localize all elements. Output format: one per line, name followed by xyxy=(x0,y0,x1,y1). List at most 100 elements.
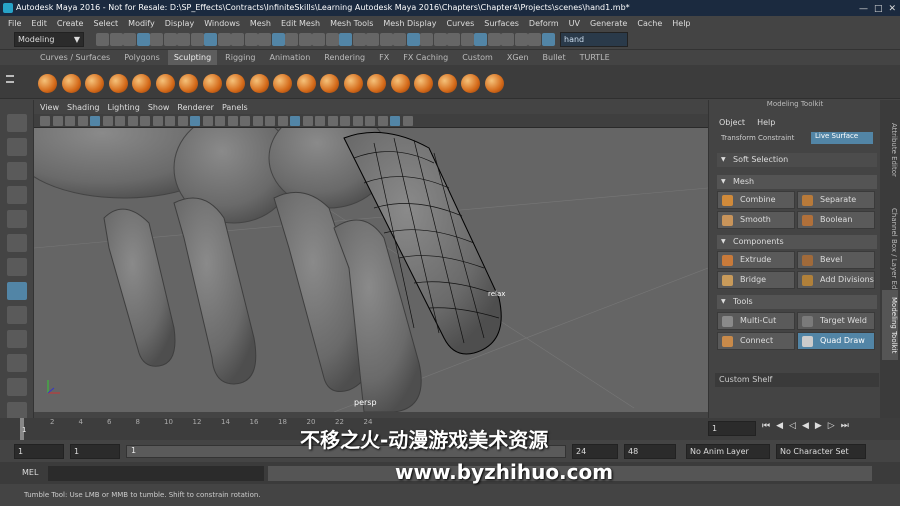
extrude-button[interactable]: Extrude xyxy=(717,251,795,269)
shelf-tab[interactable]: Animation xyxy=(263,50,316,65)
statusline-tool-icon[interactable] xyxy=(136,33,150,46)
play-forward-icon[interactable]: ▶ xyxy=(815,421,822,431)
sculpt-brush-icon[interactable] xyxy=(61,74,81,93)
toolbox-tool-icon[interactable] xyxy=(7,330,27,348)
viewport-tool-icon[interactable] xyxy=(315,116,325,126)
viewport-tool-icon[interactable] xyxy=(152,116,163,126)
toolbox-tool-icon[interactable] xyxy=(7,354,27,372)
statusline-tool-icon[interactable] xyxy=(420,33,433,46)
bridge-button[interactable]: Bridge xyxy=(717,271,795,289)
sculpt-brush-icon[interactable] xyxy=(414,74,433,93)
shelf-tab[interactable]: Custom xyxy=(456,50,499,65)
menu-item[interactable]: Help xyxy=(672,19,690,28)
statusline-tool-icon[interactable] xyxy=(258,33,271,46)
viewport-tool-icon[interactable] xyxy=(402,116,413,126)
menu-item[interactable]: Curves xyxy=(446,19,474,28)
statusline-tool-icon[interactable] xyxy=(339,33,352,46)
play-back-icon[interactable]: ◀ xyxy=(802,421,809,431)
statusline-tool-icon[interactable] xyxy=(393,33,406,46)
toolbox-tool-icon[interactable] xyxy=(7,234,27,252)
viewport-tool-icon[interactable] xyxy=(102,116,113,126)
sculpt-brush-icon[interactable] xyxy=(249,74,269,93)
viewport-tool-icon[interactable] xyxy=(115,116,125,126)
sculpt-brush-icon[interactable] xyxy=(343,74,363,93)
viewport-tool-icon[interactable] xyxy=(240,116,250,126)
sculpt-brush-icon[interactable] xyxy=(202,74,222,93)
viewport-tool-icon[interactable] xyxy=(227,116,238,126)
mesh-section-header[interactable]: Mesh xyxy=(717,175,877,189)
combine-button[interactable]: Combine xyxy=(717,191,795,209)
shelf-options-icon[interactable] xyxy=(6,71,16,93)
tools-section-header[interactable]: Tools xyxy=(717,295,877,309)
statusline-tool-icon[interactable] xyxy=(204,33,217,46)
shelf-tab[interactable]: FX Caching xyxy=(397,50,454,65)
viewport-tool-icon[interactable] xyxy=(252,116,263,126)
viewport-tool-icon[interactable] xyxy=(65,116,75,126)
statusline-tool-icon[interactable] xyxy=(447,33,460,46)
search-input[interactable]: hand xyxy=(560,32,628,47)
mel-label[interactable]: MEL xyxy=(22,468,38,477)
shelf-tab[interactable]: Bullet xyxy=(537,50,572,65)
statusline-tool-icon[interactable] xyxy=(528,33,541,46)
statusline-tool-icon[interactable] xyxy=(487,33,501,46)
statusline-tool-icon[interactable] xyxy=(109,33,123,46)
toolbox-tool-icon[interactable] xyxy=(7,114,27,132)
viewport-tool-icon[interactable] xyxy=(52,116,63,126)
end-time-field[interactable]: 48 xyxy=(624,444,676,459)
shelf-tab[interactable]: FX xyxy=(373,50,395,65)
menu-item[interactable]: Mesh xyxy=(250,19,271,28)
bevel-button[interactable]: Bevel xyxy=(797,251,875,269)
viewport-menu-item[interactable]: Lighting xyxy=(107,103,139,112)
minimize-icon[interactable]: — xyxy=(859,1,868,17)
viewport-tool-icon[interactable] xyxy=(365,116,375,126)
custom-shelf-label[interactable]: Custom Shelf xyxy=(715,373,879,387)
menu-item[interactable]: Windows xyxy=(204,19,240,28)
viewport-tool-icon[interactable] xyxy=(215,116,225,126)
shelf-tab[interactable]: TURTLE xyxy=(574,50,616,65)
boolean-button[interactable]: Boolean xyxy=(797,211,875,229)
maximize-icon[interactable]: □ xyxy=(874,1,883,17)
statusline-tool-icon[interactable] xyxy=(244,33,258,46)
viewport-tool-icon[interactable] xyxy=(390,116,400,126)
statusline-tool-icon[interactable] xyxy=(460,33,474,46)
soft-selection-header[interactable]: Soft Selection xyxy=(717,153,877,167)
menu-item[interactable]: Mesh Display xyxy=(383,19,436,28)
sculpt-brush-icon[interactable] xyxy=(132,74,151,93)
add-divisions-button[interactable]: Add Divisions xyxy=(797,271,875,289)
viewport-menu-item[interactable]: View xyxy=(40,103,59,112)
menu-item[interactable]: Create xyxy=(57,19,84,28)
step-back-icon[interactable]: ◁ xyxy=(789,421,796,431)
menu-item[interactable]: Display xyxy=(165,19,195,28)
shelf-tab[interactable]: Curves / Surfaces xyxy=(34,50,116,65)
step-forward-icon[interactable]: ▷ xyxy=(828,421,835,431)
sculpt-brush-icon[interactable] xyxy=(484,74,504,93)
toolbox-tool-icon[interactable] xyxy=(7,162,27,180)
menu-object[interactable]: Object xyxy=(719,118,745,127)
viewport-tool-icon[interactable] xyxy=(327,116,338,126)
components-section-header[interactable]: Components xyxy=(717,235,877,249)
menu-item[interactable]: Select xyxy=(93,19,118,28)
sculpt-brush-icon[interactable] xyxy=(179,74,198,93)
shelf-tab[interactable]: Rendering xyxy=(318,50,371,65)
sculpt-brush-icon[interactable] xyxy=(226,74,245,93)
attribute-editor-tab[interactable]: Attribute Editor xyxy=(882,110,898,190)
menu-item[interactable]: File xyxy=(8,19,21,28)
toolbox-tool-icon[interactable] xyxy=(7,306,27,324)
statusline-tool-icon[interactable] xyxy=(177,33,190,46)
viewport-tool-icon[interactable] xyxy=(140,116,150,126)
close-icon[interactable]: ✕ xyxy=(888,1,896,17)
viewport-menu-item[interactable]: Shading xyxy=(67,103,100,112)
sculpt-brush-icon[interactable] xyxy=(108,74,128,93)
shelf-tab[interactable]: Polygons xyxy=(118,50,166,65)
constraint-dropdown[interactable]: Live Surface xyxy=(811,132,873,144)
statusline-tool-icon[interactable] xyxy=(406,33,420,46)
viewport-tool-icon[interactable] xyxy=(165,116,175,126)
viewport-menu-item[interactable]: Panels xyxy=(222,103,248,112)
mode-dropdown[interactable]: Modeling ▼ xyxy=(14,32,84,47)
toolbox-tool-icon[interactable] xyxy=(7,186,27,204)
shelf-tab[interactable]: Rigging xyxy=(219,50,261,65)
viewport-menu-item[interactable]: Show xyxy=(148,103,170,112)
statusline-tool-icon[interactable] xyxy=(96,33,109,46)
menu-item[interactable]: Surfaces xyxy=(484,19,519,28)
statusline-tool-icon[interactable] xyxy=(366,33,379,46)
